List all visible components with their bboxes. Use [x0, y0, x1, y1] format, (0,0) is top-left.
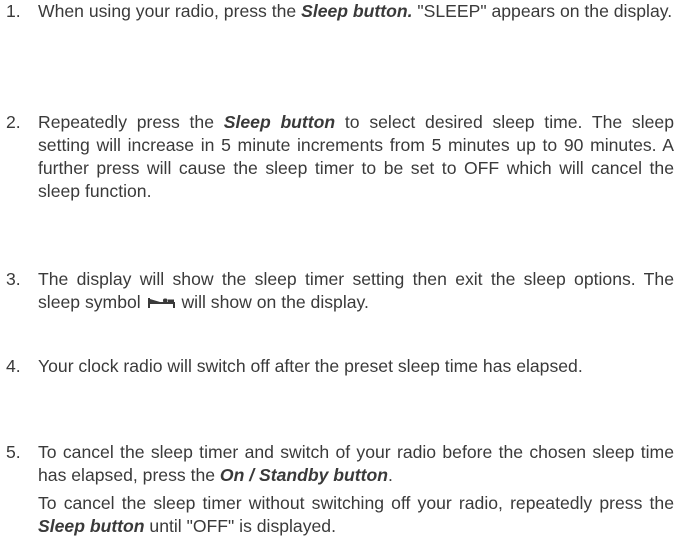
step-text-part: . [388, 465, 393, 485]
sleep-button-label: Sleep button [223, 112, 336, 132]
step-text-part: Repeatedly press the [38, 112, 224, 132]
step-3: 3. The display will show the sleep timer… [0, 268, 674, 314]
step-5: 5. To cancel the sleep timer and switch … [0, 441, 674, 538]
sleep-button-label: Sleep button. [301, 1, 413, 21]
step-text-part: until "OFF" is displayed. [144, 516, 336, 536]
instruction-page: { "steps": [ { "number": "1.", "p1": { "… [0, 0, 691, 536]
bed-icon [147, 298, 175, 308]
step-number: 4. [6, 356, 21, 376]
step-text: Repeatedly press the Sleep button to sel… [38, 111, 674, 203]
step-text: To cancel the sleep timer and switch of … [38, 441, 674, 538]
step-text: The display will show the sleep timer se… [38, 268, 674, 314]
step-number: 2. [6, 112, 21, 132]
step-text-part: To cancel the sleep timer without switch… [38, 493, 674, 513]
step-text-part: will show on the display. [176, 292, 369, 312]
step-number: 1. [6, 1, 21, 21]
step-text-part: Your clock radio will switch off after t… [38, 356, 583, 376]
step-number: 3. [6, 269, 21, 289]
step-text-part: When using your radio, press the [38, 1, 302, 21]
step-text: Your clock radio will switch off after t… [38, 355, 674, 378]
step-text: When using your radio, press the Sleep b… [38, 0, 674, 23]
step-1: 1. When using your radio, press the Slee… [0, 0, 674, 23]
step-text-part: "SLEEP" appears on the display. [412, 1, 673, 21]
on-standby-button-label: On / Standby button [219, 465, 389, 485]
sleep-button-label: Sleep button [38, 516, 145, 536]
step-number: 5. [6, 442, 21, 462]
step-2: 2. Repeatedly press the Sleep button to … [0, 111, 674, 203]
step-4: 4. Your clock radio will switch off afte… [0, 355, 674, 378]
